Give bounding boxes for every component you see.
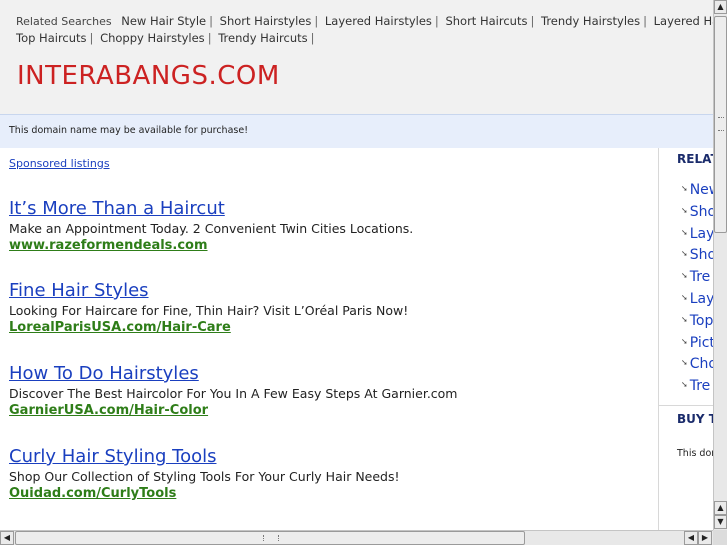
ad-listing: How To Do Hairstyles Discover The Best H…: [9, 363, 649, 419]
scroll-up-icon[interactable]: ▲: [714, 501, 727, 515]
scroll-right-icon[interactable]: ▶: [698, 531, 712, 545]
related-link-short-hairstyles[interactable]: Short Hairstyles: [220, 14, 312, 28]
related-heading: RELAT: [677, 152, 713, 166]
arrow-icon: ➘: [681, 380, 688, 390]
site-name: INTERABANGS.COM: [17, 61, 280, 91]
related-link-short-haircuts[interactable]: Short Haircuts: [445, 14, 527, 28]
scroll-down-icon[interactable]: ▼: [714, 515, 727, 529]
related-item[interactable]: ➘ Cho: [681, 353, 713, 375]
arrow-icon: ➘: [681, 336, 688, 346]
arrow-icon: ➘: [681, 205, 688, 215]
ad-listing: It’s More Than a Haircut Make an Appoint…: [9, 198, 649, 254]
related-link-layered-haircuts[interactable]: Layered Haircuts: [654, 14, 713, 28]
related-item[interactable]: ➘ Lay: [681, 288, 713, 310]
ad-url-link[interactable]: Ouidad.com/CurlyTools: [9, 485, 649, 502]
related-link-choppy-hairstyles[interactable]: Choppy Hairstyles: [100, 31, 205, 45]
sponsored-listings-label: Sponsored listings: [9, 157, 110, 170]
arrow-icon: ➘: [681, 184, 688, 193]
ad-title-link[interactable]: Curly Hair Styling Tools: [9, 446, 649, 468]
vertical-scroll-thumb[interactable]: [714, 16, 727, 233]
horizontal-scrollbar[interactable]: ◀ ◀ ▶: [0, 530, 713, 545]
horizontal-scroll-thumb[interactable]: [15, 531, 525, 545]
related-item[interactable]: ➘New: [681, 179, 713, 201]
arrow-icon: ➘: [681, 227, 688, 237]
arrow-icon: ➘: [681, 271, 688, 281]
ad-description: Discover The Best Haircolor For You In A…: [9, 386, 458, 401]
domain-notice: This domain name may be available for pu…: [0, 114, 713, 148]
ad-listing: Curly Hair Styling Tools Shop Our Collec…: [9, 446, 649, 502]
page-viewport: Related Searches New Hair Style | Short H…: [0, 0, 713, 530]
related-searches-label: Related Searches: [16, 15, 112, 28]
ad-description: Shop Our Collection of Styling Tools For…: [9, 469, 400, 484]
related-link-trendy-haircuts[interactable]: Trendy Haircuts: [218, 31, 307, 45]
related-item[interactable]: ➘ Tre: [681, 375, 713, 397]
ad-url-link[interactable]: www.razeformendeals.com: [9, 237, 649, 254]
scroll-up-icon[interactable]: ▲: [714, 0, 727, 14]
related-searches-bar: Related Searches New Hair Style | Short H…: [16, 13, 713, 47]
grip-icon: [718, 117, 724, 131]
arrow-icon: ➘: [681, 292, 688, 302]
related-link-layered-hairstyles[interactable]: Layered Hairstyles: [325, 14, 432, 28]
related-list: ➘New ➘Sho ➘Lay ➘Sho ➘Tre ➘Lay ➘Top ➘Pict…: [681, 179, 713, 397]
ad-url-link[interactable]: LorealParisUSA.com/Hair-Care: [9, 319, 649, 336]
ad-title-link[interactable]: It’s More Than a Haircut: [9, 198, 649, 220]
ad-title-link[interactable]: Fine Hair Styles: [9, 280, 649, 302]
related-item[interactable]: ➘ Sho: [681, 201, 713, 223]
ad-title-link[interactable]: How To Do Hairstyles: [9, 363, 649, 385]
related-item[interactable]: ➘ Sho: [681, 244, 713, 266]
related-link-top-haircuts[interactable]: Top Haircuts: [16, 31, 87, 45]
header: Related Searches New Hair Style | Short H…: [0, 0, 713, 114]
buy-heading: BUY T: [677, 412, 713, 426]
ad-description: Looking For Haircare for Fine, Thin Hair…: [9, 303, 409, 318]
grip-icon: [263, 535, 279, 541]
ad-description: Make an Appointment Today. 2 Convenient …: [9, 221, 414, 236]
related-link-trendy-hairstyles[interactable]: Trendy Hairstyles: [541, 14, 640, 28]
scrollbar-corner: [713, 530, 727, 545]
ad-listing: Fine Hair Styles Looking For Haircare fo…: [9, 280, 649, 336]
related-sidebar: RELAT ➘New ➘Sho ➘Lay ➘Sho ➘Tre ➘Lay ➘Top…: [658, 148, 713, 530]
ad-url-link[interactable]: GarnierUSA.com/Hair-Color: [9, 402, 649, 419]
related-link-new-hair-style[interactable]: New Hair Style: [121, 14, 206, 28]
buy-note: This dom: [677, 448, 713, 459]
arrow-icon: ➘: [681, 358, 688, 368]
related-item[interactable]: ➘ Top: [681, 310, 713, 332]
scroll-left-icon[interactable]: ◀: [684, 531, 698, 545]
sidebar-divider: [659, 405, 713, 406]
related-item[interactable]: ➘ Tre: [681, 266, 713, 288]
arrow-icon: ➘: [681, 249, 688, 259]
scroll-left-icon[interactable]: ◀: [0, 531, 14, 545]
vertical-scrollbar[interactable]: ▲ ▲ ▼: [713, 0, 727, 530]
arrow-icon: ➘: [681, 314, 688, 324]
related-item[interactable]: ➘ Pict: [681, 332, 713, 354]
related-item[interactable]: ➘ Lay: [681, 223, 713, 245]
